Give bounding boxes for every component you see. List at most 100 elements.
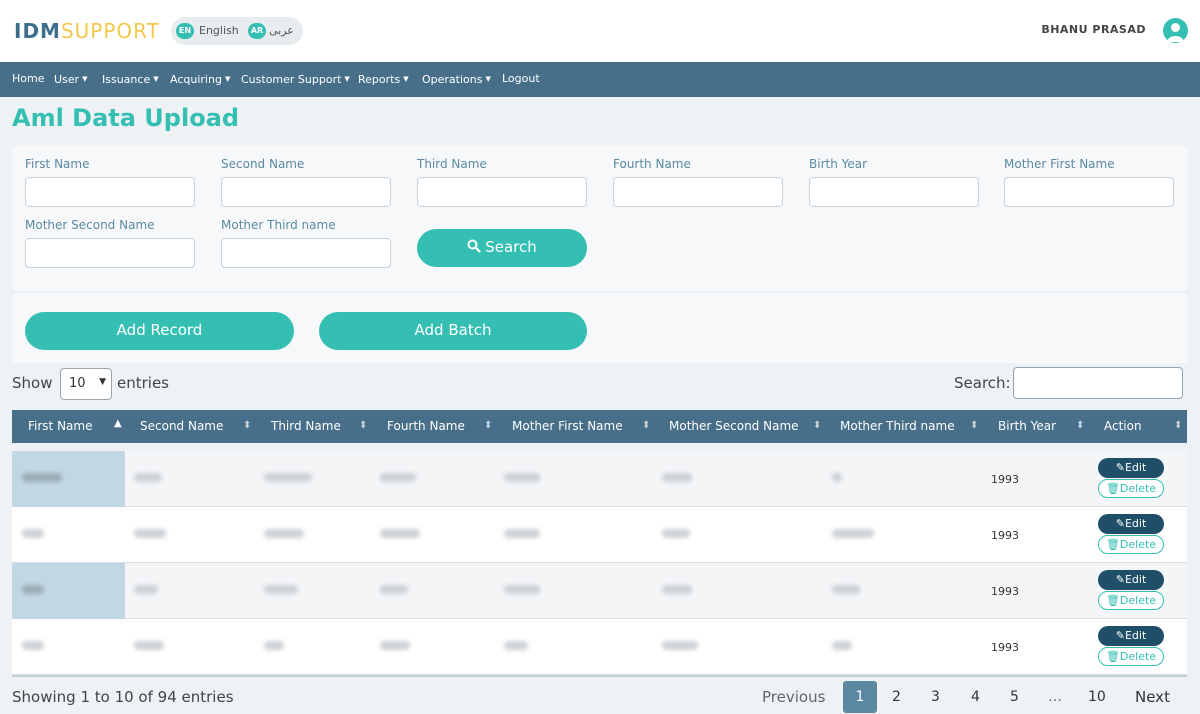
sort-icon[interactable]: ⬍ bbox=[243, 420, 251, 431]
sort-icon[interactable]: ⬍ bbox=[359, 420, 367, 431]
redacted-value bbox=[662, 585, 692, 594]
sort-asc-icon[interactable]: ▲ bbox=[114, 418, 122, 429]
nav-customer-support[interactable]: Customer Support ▼ bbox=[241, 72, 350, 87]
delete-button[interactable]: 🗑Delete bbox=[1098, 591, 1164, 610]
pagination-page[interactable]: 2 bbox=[892, 689, 901, 705]
mother-third-name-input[interactable] bbox=[221, 238, 391, 268]
trash-icon: 🗑 bbox=[1105, 538, 1120, 551]
user-name[interactable]: BHANU PRASAD bbox=[1041, 23, 1146, 36]
lang-en-label[interactable]: English bbox=[199, 23, 239, 39]
avatar[interactable] bbox=[1163, 18, 1188, 43]
trash-icon: 🗑 bbox=[1105, 482, 1120, 495]
redacted-value bbox=[264, 585, 298, 594]
col-fourth-name[interactable]: Fourth Name bbox=[387, 419, 465, 433]
redacted-value bbox=[380, 473, 416, 482]
redacted-value bbox=[662, 641, 698, 650]
search-button[interactable]: Search bbox=[417, 229, 587, 267]
caret-down-icon: ▼ bbox=[82, 75, 88, 83]
edit-button[interactable]: ✎Edit bbox=[1098, 570, 1164, 590]
show-label: Show bbox=[12, 374, 53, 392]
pagination-ellipsis: … bbox=[1048, 689, 1062, 705]
add-batch-button[interactable]: Add Batch bbox=[319, 312, 587, 350]
edit-button[interactable]: ✎Edit bbox=[1098, 514, 1164, 534]
add-record-button[interactable]: Add Record bbox=[25, 312, 294, 350]
edit-icon: ✎ bbox=[1115, 629, 1125, 642]
edit-button-label: Edit bbox=[1124, 461, 1147, 474]
search-icon bbox=[467, 239, 481, 253]
table-row[interactable]: 1993 ✎Edit 🗑Delete bbox=[12, 507, 1187, 563]
brand-logo[interactable]: IDMSUPPORT bbox=[14, 19, 160, 43]
birth-year-input[interactable] bbox=[809, 177, 979, 207]
mother-first-name-input[interactable] bbox=[1004, 177, 1174, 207]
col-first-name[interactable]: First Name bbox=[28, 419, 92, 433]
table-row[interactable]: 1993 ✎Edit 🗑Delete bbox=[12, 451, 1187, 507]
birth-year-cell: 1993 bbox=[991, 641, 1019, 654]
table-bottom-divider bbox=[12, 675, 1187, 677]
entries-label: entries bbox=[117, 374, 169, 392]
col-birth-year[interactable]: Birth Year bbox=[998, 419, 1056, 433]
nav-logout[interactable]: Logout bbox=[502, 72, 540, 86]
entries-select-value: 10 bbox=[69, 376, 86, 391]
redacted-value bbox=[134, 585, 158, 594]
nav-issuance[interactable]: Issuance ▼ bbox=[102, 72, 159, 87]
delete-button[interactable]: 🗑Delete bbox=[1098, 479, 1164, 498]
sort-icon[interactable]: ⬍ bbox=[970, 420, 978, 431]
pagination-page[interactable]: 5 bbox=[1010, 689, 1019, 705]
first-name-input[interactable] bbox=[25, 177, 195, 207]
language-switcher: EN English AR عربى bbox=[171, 17, 303, 45]
sort-icon[interactable]: ⬍ bbox=[484, 420, 492, 431]
edit-button[interactable]: ✎Edit bbox=[1098, 458, 1164, 478]
table-row[interactable]: 1993 ✎Edit 🗑Delete bbox=[12, 563, 1187, 619]
redacted-value bbox=[264, 473, 312, 482]
nav-acquiring[interactable]: Acquiring ▼ bbox=[170, 72, 230, 87]
edit-icon: ✎ bbox=[1115, 461, 1125, 474]
nav-operations[interactable]: Operations ▼ bbox=[422, 72, 491, 87]
redacted-value bbox=[264, 529, 304, 538]
col-mother-second-name[interactable]: Mother Second Name bbox=[669, 419, 799, 433]
redacted-value bbox=[832, 529, 874, 538]
col-mother-third-name[interactable]: Mother Third name bbox=[840, 419, 955, 433]
delete-button-label: Delete bbox=[1119, 482, 1157, 495]
edit-button-label: Edit bbox=[1124, 573, 1147, 586]
table-search-input[interactable] bbox=[1013, 367, 1183, 399]
fourth-name-label: Fourth Name bbox=[613, 157, 691, 171]
lang-ar-badge[interactable]: AR bbox=[248, 23, 266, 39]
redacted-value bbox=[832, 585, 860, 594]
lang-ar-label[interactable]: عربى bbox=[269, 23, 294, 39]
lang-en-badge[interactable]: EN bbox=[176, 23, 194, 39]
sort-icon[interactable]: ⬍ bbox=[642, 420, 650, 431]
col-mother-first-name[interactable]: Mother First Name bbox=[512, 419, 623, 433]
sort-icon[interactable]: ⬍ bbox=[1076, 420, 1084, 431]
redacted-value bbox=[22, 473, 62, 482]
sort-icon[interactable]: ⬍ bbox=[1174, 420, 1182, 431]
caret-down-icon: ▼ bbox=[344, 75, 350, 83]
mother-second-name-input[interactable] bbox=[25, 238, 195, 268]
nav-reports[interactable]: Reports ▼ bbox=[358, 72, 409, 87]
pagination-previous[interactable]: Previous bbox=[762, 688, 825, 706]
table-search-label: Search: bbox=[954, 374, 1011, 392]
pagination-page[interactable]: 4 bbox=[971, 689, 980, 705]
entries-select[interactable]: 10 ▼ bbox=[60, 368, 112, 400]
col-second-name[interactable]: Second Name bbox=[140, 419, 223, 433]
birth-year-cell: 1993 bbox=[991, 473, 1019, 486]
col-action[interactable]: Action bbox=[1104, 419, 1142, 433]
second-name-input[interactable] bbox=[221, 177, 391, 207]
redacted-value bbox=[504, 641, 528, 650]
sort-icon[interactable]: ⬍ bbox=[813, 420, 821, 431]
col-third-name[interactable]: Third Name bbox=[271, 419, 341, 433]
edit-button-label: Edit bbox=[1124, 517, 1147, 530]
nav-user[interactable]: User ▼ bbox=[54, 72, 87, 87]
nav-home[interactable]: Home bbox=[12, 72, 44, 86]
pagination-page[interactable]: 10 bbox=[1088, 689, 1106, 705]
redacted-value bbox=[380, 641, 410, 650]
redacted-value bbox=[134, 641, 164, 650]
fourth-name-input[interactable] bbox=[613, 177, 783, 207]
pagination-next[interactable]: Next bbox=[1135, 688, 1170, 706]
delete-button[interactable]: 🗑Delete bbox=[1098, 535, 1164, 554]
pagination-page-active[interactable]: 1 bbox=[843, 681, 877, 713]
delete-button[interactable]: 🗑Delete bbox=[1098, 647, 1164, 666]
table-row[interactable]: 1993 ✎Edit 🗑Delete bbox=[12, 619, 1187, 675]
edit-button[interactable]: ✎Edit bbox=[1098, 626, 1164, 646]
pagination-page[interactable]: 3 bbox=[931, 689, 940, 705]
third-name-input[interactable] bbox=[417, 177, 587, 207]
